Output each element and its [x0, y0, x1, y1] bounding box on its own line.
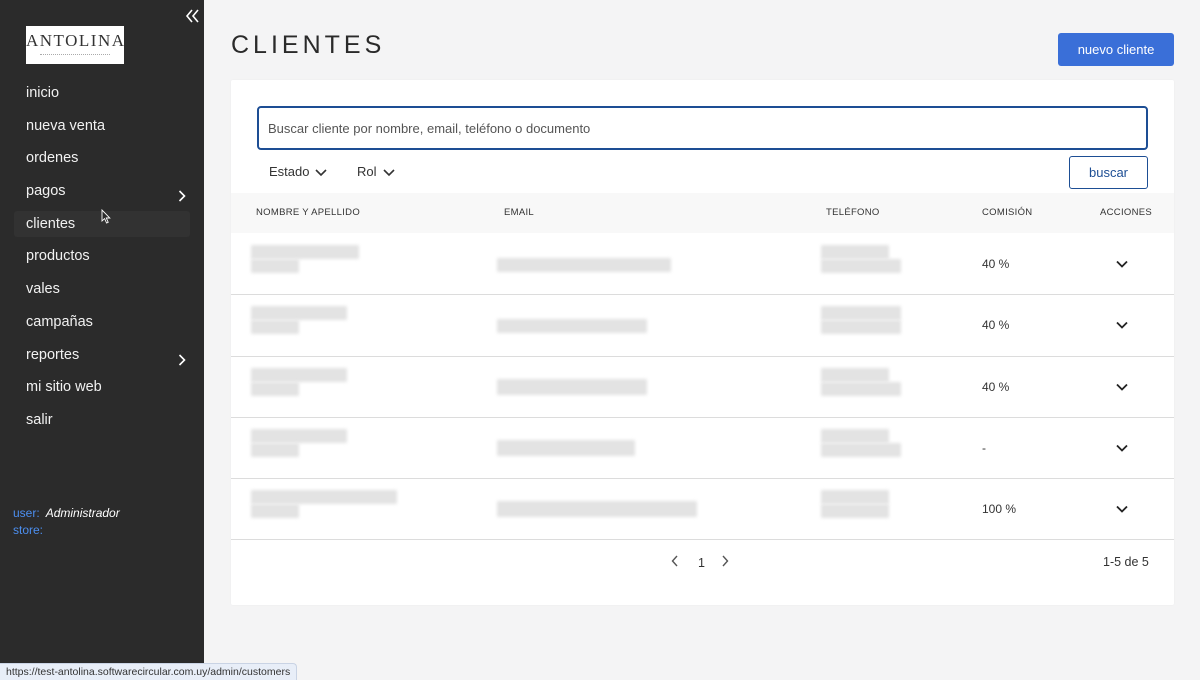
sidebar-item-label: reportes	[26, 346, 80, 363]
estado-filter-label: Estado	[269, 164, 310, 179]
redacted-text	[251, 320, 299, 335]
redacted-text	[821, 367, 889, 382]
column-header-actions: ACCIONES	[1100, 207, 1153, 218]
user-label: user:	[13, 506, 40, 520]
sidebar-item-pagos[interactable]: pagos	[14, 178, 190, 204]
redacted-text	[821, 245, 889, 259]
sidebar-item-mi-sitio-web[interactable]: mi sitio web	[14, 374, 190, 400]
expand-row-chevron-icon[interactable]	[1115, 441, 1129, 455]
rol-filter-label: Rol	[357, 164, 377, 179]
chevron-right-icon	[178, 349, 186, 366]
store-label: store:	[13, 523, 44, 537]
commission-cell: 100 %	[982, 502, 1017, 517]
table-header: NOMBRE Y APELLIDO EMAIL TELÉFONO COMISIÓ…	[231, 193, 1174, 233]
prev-page-icon[interactable]	[671, 552, 683, 574]
redacted-text	[251, 442, 299, 457]
sidebar-item-ordenes[interactable]: ordenes	[14, 145, 190, 171]
sidebar-item-campañas[interactable]: campañas	[14, 309, 190, 335]
redacted-text	[251, 504, 299, 519]
redacted-text	[497, 319, 647, 334]
commission-cell: 40 %	[982, 318, 1010, 333]
redacted-text	[497, 378, 647, 395]
redacted-text	[821, 490, 889, 505]
table-row: 40 %	[231, 357, 1174, 418]
logo-text: ANTOLINA	[26, 31, 126, 50]
chevron-down-icon	[315, 168, 328, 176]
column-header-phone: TELÉFONO	[826, 207, 880, 218]
search-button[interactable]: buscar	[1069, 156, 1148, 189]
redacted-text	[251, 428, 347, 443]
sidebar-item-label: campañas	[26, 313, 93, 330]
table-row: 40 %	[231, 234, 1174, 296]
redacted-text	[821, 259, 901, 273]
column-header-commission: COMISIÓN	[982, 207, 1033, 218]
sidebar-item-label: inicio	[26, 85, 60, 101]
sidebar-item-nueva-venta[interactable]: nueva venta	[14, 113, 190, 139]
user-value: Administrador	[45, 506, 120, 520]
redacted-text	[821, 442, 901, 457]
sidebar-item-salir[interactable]: salir	[14, 407, 190, 433]
collapse-sidebar-icon[interactable]	[184, 8, 200, 26]
redacted-text	[497, 439, 635, 456]
next-page-icon[interactable]	[721, 552, 733, 574]
chevron-right-icon	[178, 185, 186, 202]
rol-filter[interactable]: Rol	[357, 164, 395, 180]
redacted-text	[251, 245, 359, 259]
page-title: CLIENTES	[231, 31, 386, 59]
column-header-name: NOMBRE Y APELLIDO	[256, 207, 361, 218]
redacted-text	[251, 381, 299, 396]
table-row: 100 %	[231, 479, 1174, 541]
redacted-text	[497, 258, 671, 272]
sidebar-item-vales[interactable]: vales	[14, 276, 190, 302]
sidebar-item-label: vales	[26, 281, 60, 298]
sidebar-item-label: nueva venta	[26, 117, 106, 134]
commission-cell: 40 %	[982, 257, 1010, 271]
expand-row-chevron-icon[interactable]	[1115, 257, 1129, 271]
table-row: -	[231, 418, 1174, 480]
sidebar-item-reportes[interactable]: reportes	[14, 342, 190, 368]
search-input[interactable]	[257, 106, 1148, 150]
expand-row-chevron-icon[interactable]	[1115, 318, 1129, 332]
commission-cell: 40 %	[982, 379, 1010, 394]
sidebar: ANTOLINA inicio nueva venta ordenes pagos cl…	[0, 0, 204, 680]
new-client-button[interactable]: nuevo cliente	[1058, 33, 1174, 66]
column-header-email: EMAIL	[504, 207, 535, 218]
commission-cell: -	[982, 440, 986, 455]
sidebar-item-label: clientes	[26, 215, 76, 232]
sidebar-item-label: salir	[26, 411, 53, 428]
redacted-text	[821, 320, 901, 335]
logo[interactable]: ANTOLINA	[26, 26, 124, 64]
chevron-down-icon	[382, 168, 395, 176]
table-row: 40 %	[231, 295, 1174, 357]
mouse-cursor-icon	[101, 208, 111, 224]
sidebar-item-label: productos	[26, 248, 90, 265]
expand-row-chevron-icon[interactable]	[1115, 502, 1129, 516]
redacted-text	[251, 259, 299, 273]
user-info: user: Administrador store:	[13, 505, 120, 539]
expand-row-chevron-icon[interactable]	[1115, 380, 1129, 394]
estado-filter[interactable]: Estado	[269, 164, 328, 180]
redacted-text	[821, 306, 901, 321]
status-bar-url: https://test-antolina.softwarecircular.c…	[0, 663, 298, 680]
sidebar-item-label: ordenes	[26, 150, 79, 167]
redacted-text	[821, 504, 889, 519]
sidebar-nav: inicio nueva venta ordenes pagos clientes pro…	[14, 80, 190, 440]
redacted-text	[251, 490, 397, 505]
logo-tagline	[40, 54, 110, 60]
sidebar-item-productos[interactable]: productos	[14, 243, 190, 269]
sidebar-item-inicio[interactable]: inicio	[14, 80, 190, 106]
customers-card: Estado Rol buscar NOMBRE Y APELLIDO EMAI…	[231, 80, 1174, 605]
sidebar-item-label: mi sitio web	[26, 379, 102, 396]
redacted-text	[251, 367, 347, 382]
redacted-text	[821, 428, 889, 443]
redacted-text	[251, 306, 347, 321]
pagination-info: 1-5 de 5	[1103, 555, 1149, 569]
redacted-text	[821, 381, 901, 396]
redacted-text	[497, 501, 697, 518]
page-number[interactable]: 1	[698, 552, 705, 574]
sidebar-item-label: pagos	[26, 183, 66, 200]
